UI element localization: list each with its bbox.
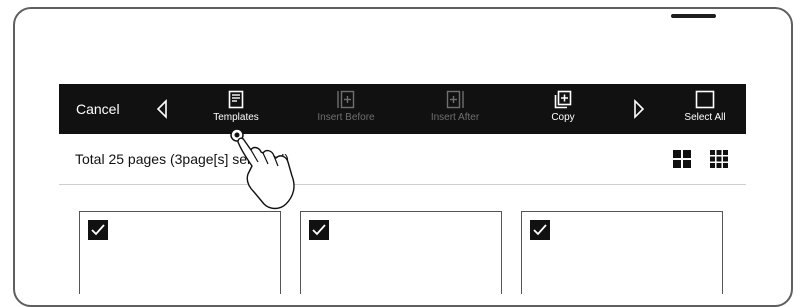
copy-label: Copy (551, 112, 575, 123)
templates-label: Templates (213, 112, 259, 123)
select-all-label: Select All (684, 112, 726, 123)
insert-before-icon (337, 90, 355, 109)
templates-icon (228, 90, 244, 109)
templates-button[interactable]: Templates (196, 90, 276, 123)
toolbar: Cancel Templates Insert Before Insert Af… (59, 84, 746, 134)
chevron-left-icon[interactable] (154, 98, 170, 120)
page-thumbnail[interactable] (300, 211, 502, 294)
check-icon[interactable] (309, 220, 329, 240)
check-icon[interactable] (88, 220, 108, 240)
page-thumbnail[interactable] (79, 211, 281, 294)
insert-after-button[interactable]: Insert After (415, 90, 495, 123)
page-thumbnail[interactable] (521, 211, 723, 294)
grid-4-icon[interactable] (673, 150, 691, 168)
select-all-button[interactable]: Select All (665, 90, 745, 123)
select-all-icon (695, 90, 715, 109)
device-power-button[interactable] (671, 14, 716, 18)
info-bar: Total 25 pages (3page[s] selected) (59, 134, 746, 185)
page-count-text: Total 25 pages (3page[s] selected) (75, 151, 290, 167)
insert-after-icon (446, 90, 464, 109)
screen: Cancel Templates Insert Before Insert Af… (59, 84, 746, 294)
cancel-button[interactable]: Cancel (76, 101, 120, 117)
check-icon[interactable] (530, 220, 550, 240)
copy-icon (554, 90, 572, 109)
copy-button[interactable]: Copy (523, 90, 603, 123)
insert-before-button[interactable]: Insert Before (306, 90, 386, 123)
insert-before-label: Insert Before (317, 112, 375, 123)
insert-after-label: Insert After (430, 112, 480, 123)
chevron-right-icon[interactable] (631, 98, 647, 120)
grid-9-icon[interactable] (710, 150, 728, 168)
